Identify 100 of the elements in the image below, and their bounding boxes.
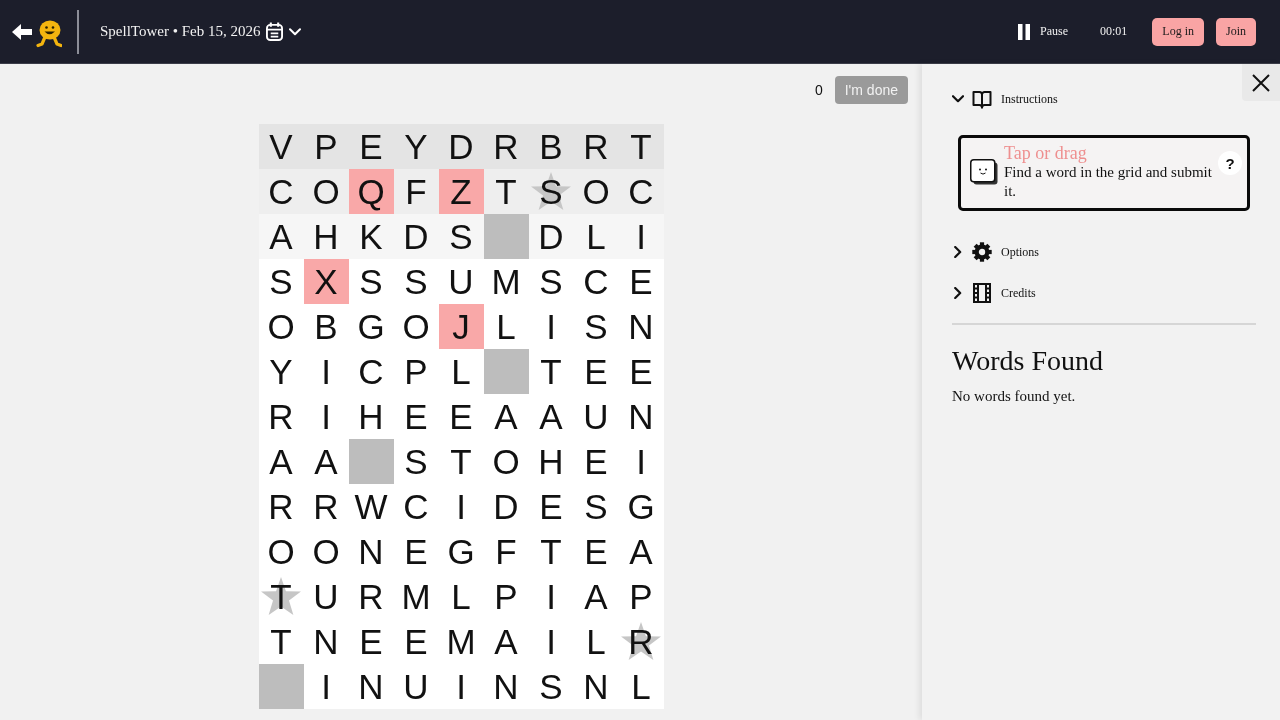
letter-tile[interactable]: D [438, 124, 484, 169]
letter-tile[interactable]: P [393, 349, 439, 394]
letter-tile[interactable]: N [483, 664, 529, 709]
letter-tile[interactable]: Z [438, 169, 484, 214]
letter-tile[interactable]: H [303, 214, 349, 259]
letter-tile[interactable]: G [348, 304, 394, 349]
letter-tile[interactable]: D [393, 214, 439, 259]
letter-tile[interactable]: U [303, 574, 349, 619]
letter-tile[interactable]: C [573, 259, 619, 304]
letter-tile[interactable]: M [438, 619, 484, 664]
letter-tile[interactable]: L [438, 574, 484, 619]
letter-tile[interactable]: P [618, 574, 664, 619]
letter-tile[interactable]: A [258, 439, 304, 484]
section-label[interactable]: Instructions [1001, 91, 1058, 107]
log-in-button[interactable]: Log in [1152, 17, 1204, 46]
letter-tile[interactable]: O [258, 529, 304, 574]
letter-tile[interactable]: E [573, 529, 619, 574]
letter-tile[interactable]: N [348, 529, 394, 574]
letter-tile[interactable]: S [573, 304, 619, 349]
letter-tile[interactable]: U [573, 394, 619, 439]
close-button[interactable] [1242, 64, 1280, 101]
letter-tile[interactable]: G [618, 484, 664, 529]
letter-tile[interactable]: N [303, 619, 349, 664]
letter-tile[interactable]: R [348, 574, 394, 619]
help-button[interactable]: ? [1218, 151, 1242, 175]
letter-tile[interactable]: H [528, 439, 574, 484]
letter-tile[interactable]: I [303, 394, 349, 439]
letter-tile[interactable]: A [303, 439, 349, 484]
letter-tile[interactable]: T [528, 349, 574, 394]
letter-tile[interactable]: R [258, 394, 304, 439]
letter-tile[interactable]: O [483, 439, 529, 484]
letter-tile[interactable]: V [258, 124, 304, 169]
letter-tile[interactable]: I [303, 664, 349, 709]
letter-tile[interactable]: T [528, 529, 574, 574]
letter-tile[interactable]: J [438, 304, 484, 349]
letter-tile[interactable]: I [303, 349, 349, 394]
letter-tile[interactable]: A [573, 574, 619, 619]
letter-tile[interactable]: M [483, 259, 529, 304]
letter-tile[interactable]: T [483, 169, 529, 214]
letter-tile[interactable]: L [573, 619, 619, 664]
letter-tile[interactable]: E [393, 529, 439, 574]
chevron-down-icon[interactable] [952, 95, 964, 103]
letter-tile[interactable]: I [618, 439, 664, 484]
letter-tile[interactable]: D [483, 484, 529, 529]
letter-tile[interactable]: S [393, 259, 439, 304]
letter-tile[interactable]: I [528, 574, 574, 619]
letter-tile[interactable]: I [528, 619, 574, 664]
letter-tile[interactable]: R [483, 124, 529, 169]
letter-tile[interactable]: X [303, 259, 349, 304]
letter-tile[interactable]: N [348, 664, 394, 709]
letter-tile[interactable]: G [438, 529, 484, 574]
letter-tile[interactable]: E [438, 394, 484, 439]
letter-tile[interactable]: L [618, 664, 664, 709]
letter-tile[interactable]: O [303, 529, 349, 574]
letter-tile[interactable]: T [258, 574, 304, 619]
letter-tile[interactable]: S [528, 259, 574, 304]
letter-tile[interactable]: O [303, 169, 349, 214]
letter-tile[interactable]: D [528, 214, 574, 259]
calendar-icon[interactable] [266, 22, 284, 41]
letter-tile[interactable]: N [573, 664, 619, 709]
letter-tile[interactable]: T [438, 439, 484, 484]
letter-tile[interactable]: T [618, 124, 664, 169]
pause-button[interactable]: Pause [1017, 23, 1068, 40]
back-arrow-icon[interactable] [12, 23, 32, 40]
letter-tile[interactable]: S [348, 259, 394, 304]
letter-tile[interactable]: O [573, 169, 619, 214]
letter-tile[interactable]: B [528, 124, 574, 169]
letter-tile[interactable]: A [483, 619, 529, 664]
letter-tile[interactable]: W [348, 484, 394, 529]
letter-tile[interactable]: L [483, 304, 529, 349]
letter-tile[interactable]: C [258, 169, 304, 214]
letter-tile[interactable]: I [438, 484, 484, 529]
section-label[interactable]: Credits [1001, 285, 1036, 301]
letter-tile[interactable]: E [573, 349, 619, 394]
letter-tile[interactable]: M [393, 574, 439, 619]
chevron-right-icon[interactable] [954, 246, 962, 258]
chevron-right-icon[interactable] [954, 287, 962, 299]
letter-tile[interactable]: C [393, 484, 439, 529]
letter-tile[interactable]: E [393, 394, 439, 439]
letter-tile[interactable]: L [438, 349, 484, 394]
letter-tile[interactable]: E [618, 349, 664, 394]
section-label[interactable]: Options [1001, 244, 1039, 260]
letter-tile[interactable]: S [438, 214, 484, 259]
letter-tile[interactable]: F [483, 529, 529, 574]
letter-tile[interactable]: A [483, 394, 529, 439]
letter-tile[interactable]: E [348, 619, 394, 664]
letter-tile[interactable]: N [618, 394, 664, 439]
letter-tile[interactable]: F [393, 169, 439, 214]
letter-tile[interactable]: C [618, 169, 664, 214]
letter-tile[interactable]: E [573, 439, 619, 484]
letter-tile[interactable]: Q [348, 169, 394, 214]
letter-tile[interactable]: E [393, 619, 439, 664]
letter-tile[interactable]: R [573, 124, 619, 169]
letter-tile[interactable]: I [438, 664, 484, 709]
join-button[interactable]: Join [1216, 17, 1256, 46]
letter-tile[interactable]: S [528, 169, 574, 214]
letter-tile[interactable]: L [573, 214, 619, 259]
letter-tile[interactable]: K [348, 214, 394, 259]
letter-tile[interactable]: P [483, 574, 529, 619]
letter-tile[interactable]: Y [258, 349, 304, 394]
